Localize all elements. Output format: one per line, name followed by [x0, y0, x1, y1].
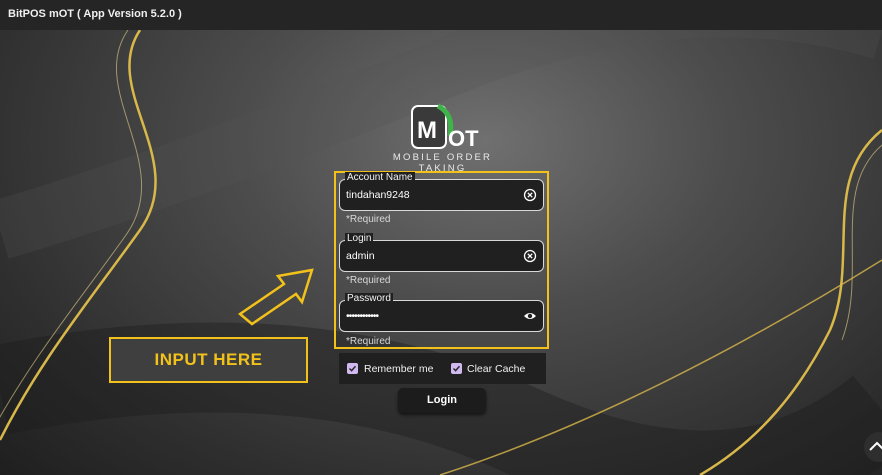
check-icon	[348, 365, 357, 372]
logo-text: OT	[448, 126, 479, 151]
arrow-annotation-icon	[237, 268, 314, 326]
eye-icon[interactable]	[523, 309, 537, 323]
logo-mark: M	[417, 117, 437, 144]
password-helper: *Required	[346, 336, 391, 347]
login-label: Login	[345, 233, 374, 245]
login-field[interactable]: Login admin	[339, 233, 544, 272]
account-name-value[interactable]: tindahan9248	[346, 189, 410, 201]
account-name-field[interactable]: Account Name tindahan9248	[339, 172, 544, 211]
login-button[interactable]: Login	[398, 388, 486, 413]
scroll-up-button[interactable]	[864, 432, 882, 462]
clear-icon[interactable]	[523, 249, 537, 263]
remember-me-checkbox[interactable]	[347, 363, 358, 374]
password-label: Password	[345, 293, 393, 305]
login-helper: *Required	[346, 275, 391, 286]
account-name-label: Account Name	[345, 172, 415, 184]
password-field[interactable]: Password ••••••••••••	[339, 293, 544, 332]
chevron-up-icon	[869, 441, 882, 451]
remember-me-label[interactable]: Remember me	[364, 363, 433, 375]
clear-cache-label[interactable]: Clear Cache	[467, 363, 525, 375]
clear-icon[interactable]	[523, 188, 537, 202]
options-bar: Remember me Clear Cache	[339, 353, 546, 384]
input-here-annotation: INPUT HERE	[109, 337, 308, 383]
login-value[interactable]: admin	[346, 250, 375, 262]
password-value[interactable]: ••••••••••••	[346, 310, 379, 322]
mot-logo: M OT MOBILE ORDER TAKING	[370, 102, 515, 174]
check-icon	[452, 365, 461, 372]
clear-cache-checkbox[interactable]	[451, 363, 462, 374]
account-name-helper: *Required	[346, 214, 391, 225]
window-title: BitPOS mOT ( App Version 5.2.0 )	[0, 0, 882, 30]
phone-logo-icon: M OT	[411, 103, 479, 151]
